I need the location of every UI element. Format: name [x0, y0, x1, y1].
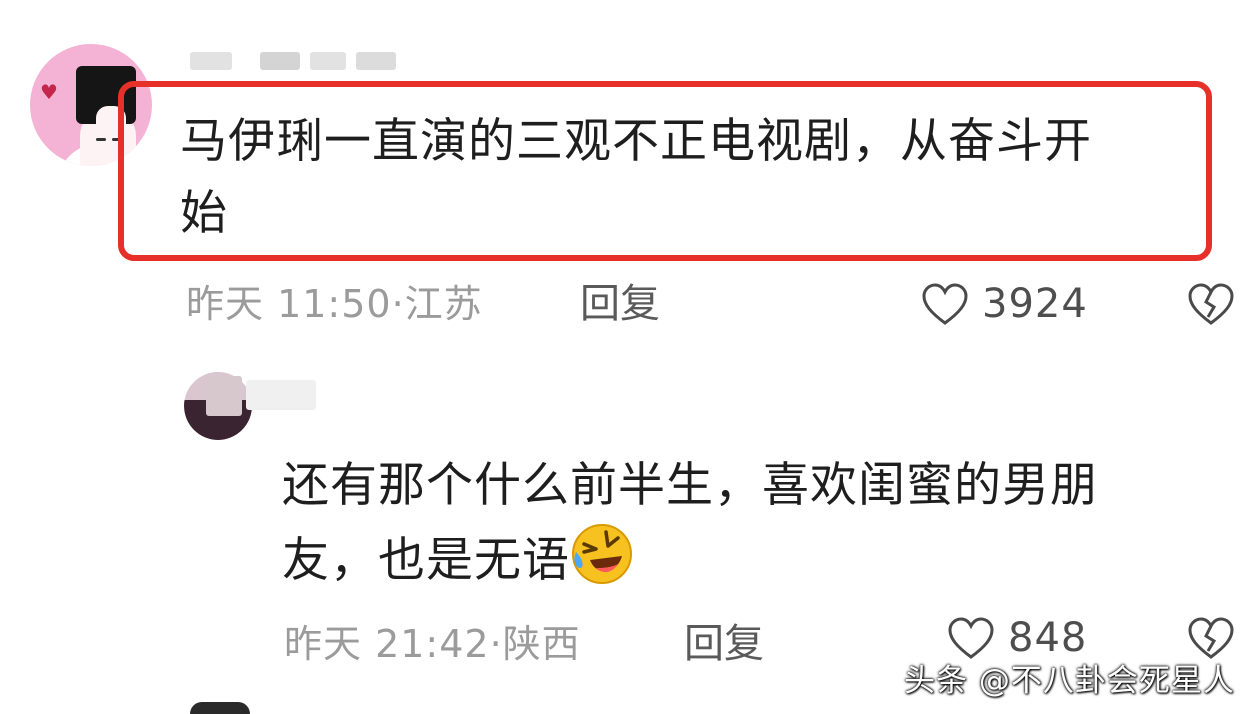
comment-time-location: 昨天 21:42·陕西 [284, 622, 581, 666]
reply-button[interactable]: 回复 [580, 282, 660, 326]
heart-outline-icon [922, 283, 968, 325]
like-count: 3924 [982, 281, 1088, 327]
watermark: 头条 @不八卦会死星人 [904, 663, 1235, 699]
comment-time-location: 昨天 11:50·江苏 [186, 282, 483, 326]
comment-text-fragment: 友，也是无语 [282, 533, 570, 588]
comment-text: 马伊琍一直演的三观不正电视剧，从奋斗开 始 [180, 106, 1200, 250]
username-blurred[interactable] [190, 46, 410, 72]
heart-sticker-icon: ♥ [40, 80, 58, 104]
comment-text-line: 还有那个什么前半生，喜欢闺蜜的男朋 [282, 458, 1098, 513]
comment-text-line: 友，也是无语 [282, 522, 1202, 597]
reply-button[interactable]: 回复 [684, 622, 764, 666]
comment-text: 还有那个什么前半生，喜欢闺蜜的男朋 友，也是无语 [282, 450, 1202, 597]
comment-text-line: 马伊琍一直演的三观不正电视剧，从奋斗开 [180, 114, 1092, 169]
rofl-emoji-icon [570, 522, 634, 586]
avatar-eye [96, 138, 106, 141]
like-button[interactable] [920, 280, 970, 330]
like-count: 848 [1008, 615, 1088, 661]
comment-text-line: 始 [180, 186, 228, 241]
dislike-button[interactable] [1186, 280, 1236, 330]
next-avatar-partial [190, 702, 250, 714]
broken-heart-icon [1188, 283, 1234, 325]
username-blurred[interactable] [206, 376, 326, 416]
